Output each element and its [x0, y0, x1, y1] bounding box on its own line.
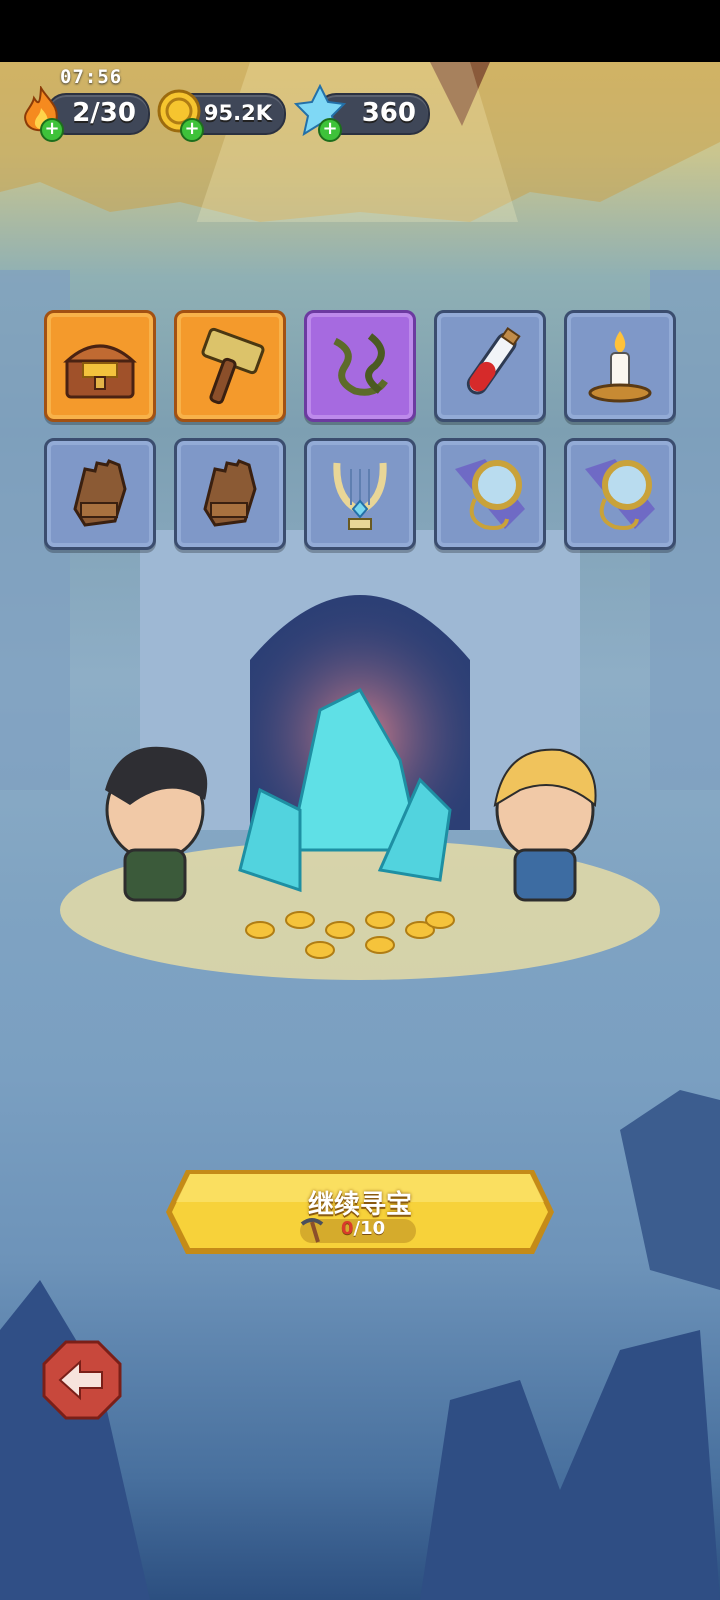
gem-value: 360 — [361, 98, 416, 128]
back-button[interactable] — [42, 1340, 122, 1420]
candle-icon — [588, 331, 652, 403]
item-slot-8[interactable] — [304, 438, 416, 550]
pickaxe-icon — [300, 1218, 324, 1243]
add-energy-button[interactable]: + — [40, 118, 64, 142]
pocket-watch-icon — [585, 459, 655, 530]
hammer-icon — [201, 327, 265, 405]
pickaxe-count: 0/10 — [341, 1218, 385, 1239]
item-slot-9[interactable] — [434, 438, 546, 550]
item-slot-5[interactable] — [564, 310, 676, 422]
game-screen: 07:56 2/30 + 95.2K + 360 + 继续寻宝 0/10 — [0, 0, 720, 1600]
item-slot-3[interactable] — [304, 310, 416, 422]
add-gold-button[interactable]: + — [180, 118, 204, 142]
continue-button-label: 继续寻宝 — [307, 1190, 412, 1220]
continue-treasure-hunt-button[interactable]: 继续寻宝 0/10 — [164, 1168, 556, 1256]
red-potion-icon — [466, 327, 521, 395]
item-slot-6[interactable] — [44, 438, 156, 550]
gold-value: 95.2K — [203, 101, 272, 125]
add-gem-button[interactable]: + — [318, 118, 342, 142]
pocket-watch-icon — [455, 459, 525, 530]
leather-glove-icon — [203, 459, 257, 527]
thorn-vine-icon — [333, 333, 388, 396]
leather-glove-icon — [73, 459, 127, 527]
energy-value: 2/30 — [72, 98, 136, 128]
clock: 07:56 — [60, 66, 123, 88]
pickaxe-count-current: 0 — [341, 1218, 354, 1239]
pickaxe-count-total: /10 — [353, 1218, 386, 1239]
item-slot-4[interactable] — [434, 310, 546, 422]
item-slot-7[interactable] — [174, 438, 286, 550]
treasure-chest-icon — [63, 344, 137, 399]
item-slot-10[interactable] — [564, 438, 676, 550]
lyre-icon — [333, 462, 387, 530]
item-slot-1[interactable] — [44, 310, 156, 422]
item-slot-2[interactable] — [174, 310, 286, 422]
status-bar — [0, 0, 720, 62]
